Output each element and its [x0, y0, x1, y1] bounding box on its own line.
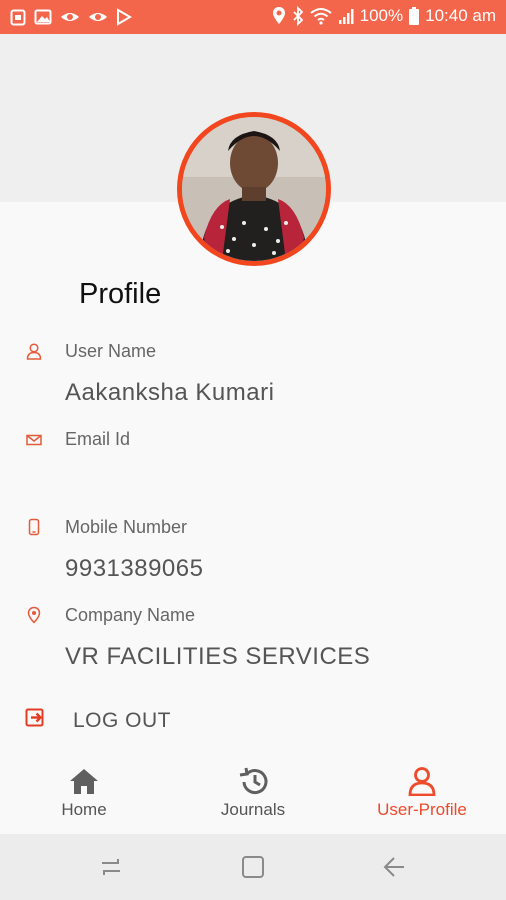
phone-icon — [25, 518, 43, 536]
user-name-value: Aakanksha Kumari — [65, 379, 275, 406]
page-title: Profile — [79, 278, 162, 310]
notification-icons — [10, 8, 132, 26]
bottom-navigation: Home Journals User-Profile — [0, 758, 506, 834]
mail-icon — [25, 431, 43, 449]
eye-icon — [88, 8, 108, 26]
home-icon — [68, 758, 100, 796]
logout-label: LOG OUT — [73, 708, 172, 732]
nav-home-label: Home — [61, 800, 107, 819]
company-name-value: VR FACILITIES SERVICES — [65, 643, 371, 670]
mobile-number-label: Mobile Number — [65, 517, 188, 537]
mobile-number-value: 9931389065 — [65, 555, 204, 582]
back-icon[interactable] — [382, 854, 408, 885]
wifi-icon — [310, 7, 332, 25]
location-icon — [272, 6, 286, 26]
logout-button[interactable]: LOG OUT — [25, 707, 171, 734]
battery-percentage: 100% — [359, 6, 404, 25]
history-icon — [237, 758, 269, 796]
company-name-label: Company Name — [65, 605, 196, 625]
status-bar: 100% 10:40 am — [0, 0, 506, 34]
nav-journals-label: Journals — [220, 800, 286, 819]
image-icon — [34, 8, 52, 26]
play-store-icon — [116, 8, 132, 26]
avatar[interactable] — [177, 112, 331, 266]
clock: 10:40 am — [425, 6, 496, 25]
system-navigation-bar — [0, 834, 506, 900]
battery-icon — [409, 7, 420, 25]
eye-icon — [60, 8, 80, 26]
bluetooth-icon — [292, 6, 304, 26]
nav-home[interactable]: Home — [0, 758, 168, 834]
recent-apps-icon[interactable] — [98, 854, 124, 885]
nav-journals[interactable]: Journals — [169, 758, 337, 834]
user-name-label: User Name — [65, 341, 157, 361]
user-icon — [406, 758, 438, 796]
nav-user-profile[interactable]: User-Profile — [338, 758, 506, 834]
logout-icon — [25, 707, 47, 734]
location-pin-icon — [25, 606, 43, 624]
home-button-icon[interactable] — [240, 854, 266, 885]
nav-user-profile-label: User-Profile — [377, 800, 467, 819]
email-label: Email Id — [65, 429, 131, 449]
system-status: 100% 10:40 am — [272, 6, 496, 26]
clipboard-icon — [10, 8, 26, 26]
user-icon — [25, 342, 43, 360]
signal-icon — [338, 7, 354, 25]
